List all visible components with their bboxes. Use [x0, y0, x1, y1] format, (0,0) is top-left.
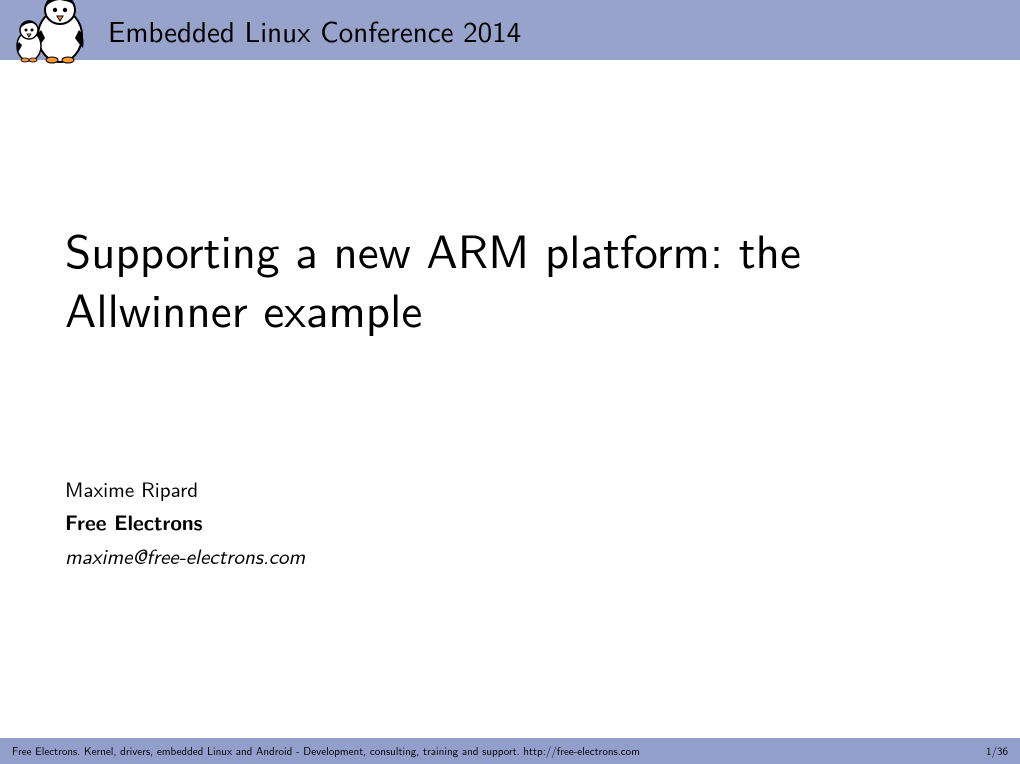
main-content: Supporting a new ARM platform: the Allwi… [0, 60, 1020, 573]
footer-text: Free Electrons. Kernel, drivers, embedde… [12, 743, 640, 759]
header-bar: Embedded Linux Conference 2014 [0, 0, 1020, 60]
page-number: 1/36 [986, 743, 1008, 759]
author-name: Maxime Ripard [65, 473, 955, 507]
header-title: Embedded Linux Conference 2014 [108, 9, 521, 51]
penguin-logo [15, 0, 95, 68]
presentation-title: Supporting a new ARM platform: the Allwi… [65, 220, 955, 338]
organization-name: Free Electrons [65, 506, 955, 540]
author-email: maxime@free-electrons.com [65, 540, 955, 574]
footer-bar: Free Electrons. Kernel, drivers, embedde… [0, 738, 1020, 764]
author-block: Maxime Ripard Free Electrons maxime@free… [65, 473, 955, 574]
